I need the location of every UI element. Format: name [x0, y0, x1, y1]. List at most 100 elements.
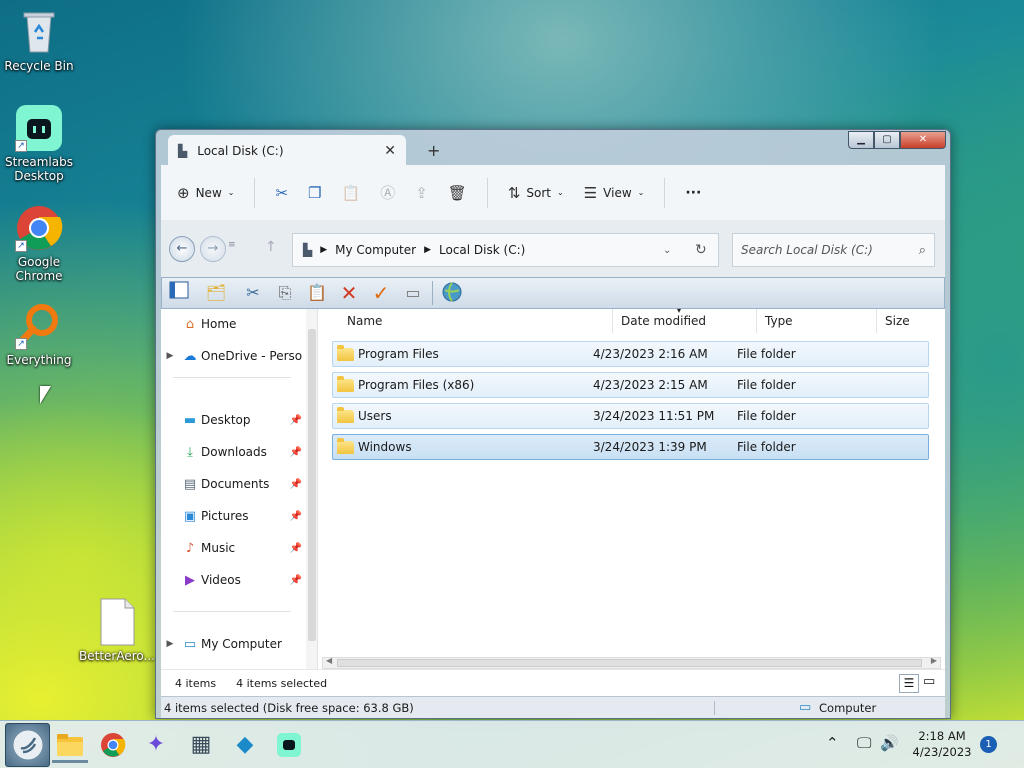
- copy-button[interactable]: ❐: [308, 184, 321, 202]
- tab-local-disk[interactable]: ▙ Local Disk (C:) ✕: [168, 135, 406, 167]
- classic-toolbar: 🗂 ✂ ⎘ 📋 ✕ ✓ ▭: [161, 277, 945, 309]
- paste-icon[interactable]: 📋: [304, 281, 330, 305]
- address-bar[interactable]: ▙ ▶ My Computer ▶ Local Disk (C:) ⌄ ↻: [292, 233, 719, 267]
- desktop-icon-chrome[interactable]: ↗ Google Chrome: [1, 204, 77, 283]
- volume-icon[interactable]: 🔊: [880, 734, 899, 752]
- up-arrow-icon[interactable]: ↑: [265, 239, 277, 255]
- new-tab-button[interactable]: +: [427, 141, 440, 160]
- taskbar-streamlabs[interactable]: [271, 727, 307, 763]
- desktop-icon-betteraero[interactable]: BetterAero...: [79, 598, 155, 663]
- properties-icon[interactable]: ▭: [400, 281, 426, 305]
- nav-label: Videos: [201, 573, 241, 587]
- horizontal-scrollbar-thumb[interactable]: [337, 659, 922, 667]
- share-button[interactable]: ⇪: [415, 184, 428, 202]
- file-list: Name Date modified ▾ Type Size Program Fi…: [318, 306, 945, 669]
- taskbar-chrome[interactable]: [95, 727, 131, 763]
- taskbar-app-icon[interactable]: ◆: [227, 727, 263, 763]
- navigation-pane-toggle-icon[interactable]: [166, 281, 192, 305]
- pin-icon[interactable]: 📌: [290, 479, 302, 490]
- details-view-icon[interactable]: ☰: [899, 674, 919, 693]
- pin-icon[interactable]: 📌: [290, 447, 302, 458]
- nav-item-videos[interactable]: ▶ Videos 📌: [161, 568, 317, 592]
- large-icons-view-icon[interactable]: ▭: [923, 674, 935, 689]
- show-hidden-icons-chevron-icon[interactable]: ⌃: [826, 734, 839, 752]
- column-header-size[interactable]: Size: [877, 309, 945, 333]
- streamlabs-icon: ↗: [15, 104, 63, 152]
- file-row[interactable]: Users 3/24/2023 11:51 PM File folder: [332, 403, 929, 429]
- checkmark-icon[interactable]: ✓: [368, 281, 394, 305]
- cut-icon[interactable]: ✂: [240, 281, 266, 305]
- folder-icon: [337, 437, 354, 454]
- expand-chevron-icon[interactable]: ▶: [161, 351, 179, 361]
- start-button[interactable]: [5, 723, 50, 767]
- nav-item-downloads[interactable]: ⤓ Downloads 📌: [161, 440, 317, 464]
- view-button[interactable]: ☰ View ⌄: [584, 184, 645, 202]
- nav-label: Documents: [201, 477, 270, 491]
- network-icon[interactable]: 🖵: [857, 734, 871, 752]
- notification-badge[interactable]: 1: [980, 736, 997, 753]
- cut-button[interactable]: ✂: [275, 184, 288, 202]
- sort-arrows-icon: ⇅: [507, 183, 521, 202]
- nav-item-desktop[interactable]: ▬ Desktop 📌: [161, 408, 317, 432]
- divider: [254, 177, 256, 208]
- file-date: 3/24/2023 11:51 PM: [593, 409, 715, 423]
- expand-chevron-icon[interactable]: ▶: [161, 639, 179, 649]
- back-button[interactable]: ←: [169, 236, 195, 262]
- search-box[interactable]: Search Local Disk (C:) ⌕: [732, 233, 935, 267]
- taskbar-file-explorer[interactable]: [52, 727, 88, 763]
- pin-icon[interactable]: 📌: [290, 575, 302, 586]
- nav-item-music[interactable]: ♪ Music 📌: [161, 536, 317, 560]
- copy-icon[interactable]: ⎘: [272, 281, 298, 305]
- paste-icon: 📋: [341, 183, 361, 202]
- horizontal-scrollbar[interactable]: ◀ ▶: [322, 656, 941, 669]
- search-icon: ⌕: [918, 242, 926, 258]
- mouse-cursor: [40, 386, 51, 404]
- rename-button[interactable]: Ⓐ: [380, 182, 395, 203]
- close-tab-icon[interactable]: ✕: [384, 143, 396, 159]
- desktop-icon-everything[interactable]: ↗ Everything: [1, 302, 77, 367]
- nav-item-documents[interactable]: ▤ Documents 📌: [161, 472, 317, 496]
- video-icon: ▶: [185, 572, 195, 588]
- desktop-icon-streamlabs[interactable]: ↗ Streamlabs Desktop: [1, 104, 77, 183]
- nav-item-home[interactable]: ⌂ Home: [161, 312, 317, 336]
- nav-scrollbar[interactable]: [306, 309, 317, 669]
- pin-icon[interactable]: 📌: [290, 415, 302, 426]
- forward-button[interactable]: →: [200, 236, 226, 262]
- select-folder-icon[interactable]: 🗂: [198, 281, 234, 305]
- nav-item-my-computer[interactable]: ▶ ▭ My Computer: [161, 632, 317, 656]
- nav-scrollbar-thumb[interactable]: [308, 329, 316, 641]
- nav-item-pictures[interactable]: ▣ Pictures 📌: [161, 504, 317, 528]
- column-header-date[interactable]: Date modified ▾: [613, 306, 757, 333]
- sort-button[interactable]: ⇅ Sort ⌄: [508, 184, 564, 202]
- breadcrumb-local-disk[interactable]: Local Disk (C:): [439, 243, 525, 257]
- delete-button[interactable]: 🗑: [448, 184, 467, 202]
- scroll-left-icon[interactable]: ◀: [326, 656, 332, 665]
- taskbar-calculator[interactable]: ▦: [183, 727, 219, 763]
- taskbar-copilot[interactable]: ✦: [138, 727, 174, 763]
- globe-icon[interactable]: [439, 281, 465, 305]
- column-label: Type: [765, 314, 793, 328]
- nav-divider: [173, 611, 291, 612]
- paste-button[interactable]: 📋: [342, 184, 361, 202]
- column-header-name[interactable]: Name: [339, 309, 613, 333]
- copy-icon: ❐: [308, 183, 322, 202]
- desktop-icon-label: Everything: [6, 353, 72, 367]
- file-name: Program Files: [358, 347, 439, 361]
- file-row[interactable]: Windows 3/24/2023 1:39 PM File folder: [332, 434, 929, 460]
- refresh-icon[interactable]: ↻: [695, 242, 707, 258]
- new-button[interactable]: ⊕ New ⌄: [177, 184, 234, 202]
- address-dropdown-icon[interactable]: ⌄: [663, 245, 671, 256]
- history-dropdown-icon[interactable]: ≡: [228, 240, 236, 250]
- breadcrumb-my-computer[interactable]: My Computer: [335, 243, 416, 257]
- file-row[interactable]: Program Files (x86) 4/23/2023 2:15 AM Fi…: [332, 372, 929, 398]
- delete-x-icon[interactable]: ✕: [336, 281, 362, 305]
- pin-icon[interactable]: 📌: [290, 511, 302, 522]
- pin-icon[interactable]: 📌: [290, 543, 302, 554]
- more-options-button[interactable]: ···: [685, 185, 701, 201]
- file-row[interactable]: Program Files 4/23/2023 2:16 AM File fol…: [332, 341, 929, 367]
- nav-item-onedrive[interactable]: ▶ ☁ OneDrive - Perso: [161, 344, 317, 368]
- scroll-right-icon[interactable]: ▶: [931, 656, 937, 665]
- column-header-type[interactable]: Type: [757, 309, 877, 333]
- clock[interactable]: 2:18 AM 4/23/2023: [910, 728, 974, 760]
- desktop-icon-recycle-bin[interactable]: Recycle Bin: [1, 8, 77, 73]
